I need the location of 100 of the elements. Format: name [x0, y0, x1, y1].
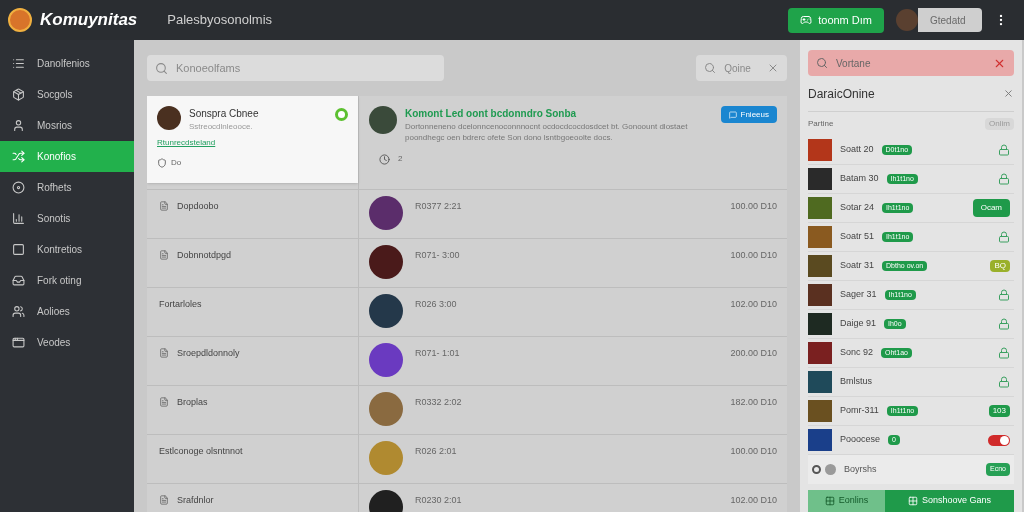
sidebar-item[interactable]: Rofhets — [0, 172, 134, 203]
user-name-pill[interactable]: Gtedatd — [918, 8, 982, 32]
photo-placeholder — [808, 371, 832, 393]
message-time: R0377 2:21 — [415, 200, 462, 213]
open-button[interactable]: Ocam — [972, 199, 1010, 217]
grid-icon — [907, 496, 918, 506]
game-row[interactable]: Bmlstus — [808, 368, 1014, 397]
secondary-button[interactable]: Eonlins — [808, 490, 885, 512]
toggle-switch[interactable] — [988, 434, 1010, 446]
game-name: Soatr 31 — [840, 259, 875, 273]
thread-title: Komont Led oont bcdonndro Sonba — [405, 107, 578, 121]
filter-label: Boyrshs — [844, 462, 877, 476]
game-name: Sotar 24 — [840, 201, 875, 215]
sidebar-item[interactable]: Sonotis — [0, 203, 134, 234]
photo-placeholder — [808, 197, 832, 219]
sidebar-item[interactable]: Mosrios — [0, 110, 134, 141]
photo-placeholder — [808, 400, 832, 422]
radio-icon[interactable] — [812, 465, 821, 474]
avatar-icon — [157, 106, 181, 130]
photo-placeholder — [808, 139, 832, 161]
photo-placeholder — [808, 168, 832, 190]
file-icon — [159, 201, 169, 211]
message-amount: 100.00 D10 — [730, 200, 777, 213]
avatar-icon — [369, 245, 403, 279]
close-icon[interactable] — [1003, 88, 1014, 99]
search-icon — [816, 57, 828, 69]
panel-title: DaraicOnine — [808, 85, 875, 103]
count-tag: 103 — [988, 405, 1010, 417]
thread-label[interactable]: Fortarloles — [159, 298, 202, 312]
thread-label[interactable]: Dobnnotdpgd — [177, 249, 232, 263]
section-label: Partine — [808, 118, 834, 130]
lock-icon[interactable] — [998, 144, 1010, 156]
lock-icon[interactable] — [998, 318, 1010, 330]
sidebar-item[interactable]: Fork oting — [0, 265, 134, 296]
avatar-icon — [369, 294, 403, 328]
lock-icon[interactable] — [998, 173, 1010, 185]
search-icon — [704, 62, 717, 74]
thread-description: Dortonneneno dcelonncenoconnnocnt ocdocdcocdosdcet bt. Gonoount dlostaet poondhegc oen bdrerc ofete Son dono lsntbgoeoolte docs. — [405, 121, 689, 143]
avatar-icon — [369, 441, 403, 475]
level-chip: BQ — [990, 260, 1010, 272]
message-time: R0332 2:02 — [415, 396, 462, 409]
game-name: Sonc 92 — [840, 346, 874, 360]
radio-icon[interactable] — [825, 464, 836, 475]
lock-icon[interactable] — [998, 376, 1010, 388]
game-name: Pooocese — [840, 433, 881, 447]
sidebar-item[interactable]: Kontretios — [0, 234, 134, 265]
avatar-icon — [896, 9, 918, 31]
lock-icon[interactable] — [998, 231, 1010, 243]
game-name: Bmlstus — [840, 375, 872, 389]
photo-placeholder — [808, 342, 832, 364]
message-amount: 182.00 D10 — [730, 396, 777, 409]
thread-label[interactable]: Dopdoobo — [177, 200, 219, 214]
game-name: Daige 91 — [840, 317, 877, 331]
game-name: Soatt 20 — [840, 143, 874, 157]
message-amount: 102.00 D10 — [730, 298, 777, 311]
message-time: R071- 3:00 — [415, 249, 460, 262]
avatar-icon — [369, 392, 403, 426]
tag-text: Do — [171, 157, 182, 169]
file-icon — [159, 495, 169, 505]
selected-card[interactable]: Sonspra Cbnee Sstreocdlnleooce. Rtunrecdsteland Do — [147, 96, 358, 183]
grid-icon — [824, 496, 835, 506]
chat-icon — [728, 110, 737, 119]
brand-name: Komuynitas — [40, 9, 138, 32]
shield-icon — [157, 158, 167, 168]
clock-icon[interactable] — [379, 153, 390, 165]
file-icon — [159, 397, 169, 407]
thread-label[interactable]: Estlconoge olsntnnot — [159, 445, 243, 459]
game-name: Soatr 51 — [840, 230, 875, 244]
sidebar-item[interactable]: Danolfenios — [0, 48, 134, 79]
message-time: R026 2:01 — [415, 445, 457, 458]
thread-label[interactable]: Sroepdldonnoly — [177, 347, 240, 361]
close-icon — [767, 62, 779, 74]
contact-subtitle: Sstreocdlnleooce. — [189, 121, 254, 133]
game-name: Sager 31 — [840, 288, 877, 302]
thread-label[interactable]: Srafdnlor — [177, 494, 214, 508]
contact-name: Sonspra Cbnee — [189, 107, 259, 121]
message-amount: 102.00 D10 — [730, 494, 777, 507]
message-amount: 200.00 D10 — [730, 347, 777, 360]
avatar-icon — [369, 196, 403, 230]
thread-label[interactable]: Broplas — [177, 396, 208, 410]
logo-icon — [8, 8, 32, 32]
photo-placeholder — [808, 429, 832, 451]
message-time: R0230 2:01 — [415, 494, 462, 507]
message-amount: 100.00 D10 — [730, 249, 777, 262]
lock-icon[interactable] — [998, 347, 1010, 359]
avatar-icon — [369, 106, 397, 134]
lock-icon[interactable] — [998, 289, 1010, 301]
search-icon — [155, 61, 168, 75]
sidebar-item[interactable]: Socgols — [0, 79, 134, 110]
primary-button[interactable]: Sonshoove Gans — [885, 490, 1014, 512]
message-time: R026 3:00 — [415, 298, 457, 311]
page-title: Palesbyosonolmis — [167, 11, 273, 30]
follow-button[interactable]: Fnieeus — [720, 106, 777, 123]
file-icon — [159, 250, 169, 260]
game-name: Pomr-311 — [840, 404, 879, 418]
avatar-icon — [369, 343, 403, 377]
game-name: Batam 30 — [840, 172, 879, 186]
sidebar-item[interactable]: Aolioes — [0, 296, 134, 327]
gamepad-icon — [800, 14, 813, 26]
sidebar-item[interactable]: Veodes — [0, 327, 134, 358]
